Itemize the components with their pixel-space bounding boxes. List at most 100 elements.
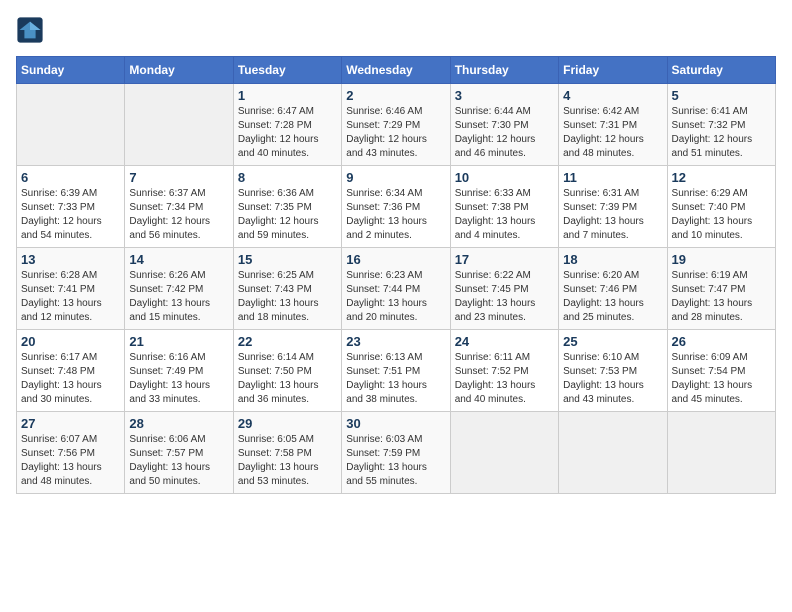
calendar-cell: 20 Sunrise: 6:17 AM Sunset: 7:48 PM Dayli…: [17, 330, 125, 412]
calendar-cell: 28 Sunrise: 6:06 AM Sunset: 7:57 PM Dayli…: [125, 412, 233, 494]
day-info: Sunrise: 6:41 AM Sunset: 7:32 PM Dayligh…: [672, 105, 771, 161]
col-header-tuesday: Tuesday: [233, 57, 341, 84]
calendar-cell: 27 Sunrise: 6:07 AM Sunset: 7:56 PM Dayli…: [17, 412, 125, 494]
day-info: Sunrise: 6:25 AM Sunset: 7:43 PM Dayligh…: [238, 269, 337, 325]
day-info: Sunrise: 6:19 AM Sunset: 7:47 PM Dayligh…: [672, 269, 771, 325]
day-info: Sunrise: 6:33 AM Sunset: 7:38 PM Dayligh…: [455, 187, 554, 243]
day-info: Sunrise: 6:09 AM Sunset: 7:54 PM Dayligh…: [672, 351, 771, 407]
calendar-cell: 5 Sunrise: 6:41 AM Sunset: 7:32 PM Daylig…: [667, 84, 775, 166]
day-number: 22: [238, 334, 337, 349]
calendar-cell: 1 Sunrise: 6:47 AM Sunset: 7:28 PM Daylig…: [233, 84, 341, 166]
calendar-cell: 14Sunrise: 6:26 AM Sunset: 7:42 PM Dayli…: [125, 248, 233, 330]
day-info: Sunrise: 6:36 AM Sunset: 7:35 PM Dayligh…: [238, 187, 337, 243]
calendar-cell: 16 Sunrise: 6:23 AM Sunset: 7:44 PM Dayli…: [342, 248, 450, 330]
day-info: Sunrise: 6:47 AM Sunset: 7:28 PM Dayligh…: [238, 105, 337, 161]
calendar-cell: 4 Sunrise: 6:42 AM Sunset: 7:31 PM Daylig…: [559, 84, 667, 166]
day-info: Sunrise: 6:34 AM Sunset: 7:36 PM Dayligh…: [346, 187, 445, 243]
day-number: 19: [672, 252, 771, 267]
day-number: 2: [346, 88, 445, 103]
calendar-week-row: 13 Sunrise: 6:28 AM Sunset: 7:41 PM Dayli…: [17, 248, 776, 330]
day-number: 10: [455, 170, 554, 185]
calendar-cell: 25 Sunrise: 6:10 AM Sunset: 7:53 PM Dayli…: [559, 330, 667, 412]
col-header-sunday: Sunday: [17, 57, 125, 84]
day-number: 29: [238, 416, 337, 431]
day-info: Sunrise: 6:13 AM Sunset: 7:51 PM Dayligh…: [346, 351, 445, 407]
calendar-cell: 21Sunrise: 6:16 AM Sunset: 7:49 PM Dayli…: [125, 330, 233, 412]
col-header-friday: Friday: [559, 57, 667, 84]
day-number: 24: [455, 334, 554, 349]
day-number: 11: [563, 170, 662, 185]
day-info: Sunrise: 6:44 AM Sunset: 7:30 PM Dayligh…: [455, 105, 554, 161]
logo-icon: [16, 16, 44, 44]
calendar-cell: [17, 84, 125, 166]
calendar-cell: [450, 412, 558, 494]
calendar-cell: 30 Sunrise: 6:03 AM Sunset: 7:59 PM Dayli…: [342, 412, 450, 494]
calendar-week-row: 6 Sunrise: 6:39 AM Sunset: 7:33 PM Daylig…: [17, 166, 776, 248]
calendar-cell: 22Sunrise: 6:14 AM Sunset: 7:50 PM Dayli…: [233, 330, 341, 412]
day-info: Sunrise: 6:20 AM Sunset: 7:46 PM Dayligh…: [563, 269, 662, 325]
day-info: Sunrise: 6:39 AM Sunset: 7:33 PM Dayligh…: [21, 187, 120, 243]
calendar-cell: 13 Sunrise: 6:28 AM Sunset: 7:41 PM Dayli…: [17, 248, 125, 330]
calendar-cell: 29Sunrise: 6:05 AM Sunset: 7:58 PM Dayli…: [233, 412, 341, 494]
day-number: 18: [563, 252, 662, 267]
day-info: Sunrise: 6:23 AM Sunset: 7:44 PM Dayligh…: [346, 269, 445, 325]
day-info: Sunrise: 6:29 AM Sunset: 7:40 PM Dayligh…: [672, 187, 771, 243]
day-number: 1: [238, 88, 337, 103]
header: [16, 16, 776, 44]
col-header-monday: Monday: [125, 57, 233, 84]
col-header-wednesday: Wednesday: [342, 57, 450, 84]
day-info: Sunrise: 6:03 AM Sunset: 7:59 PM Dayligh…: [346, 433, 445, 489]
calendar-cell: 24 Sunrise: 6:11 AM Sunset: 7:52 PM Dayli…: [450, 330, 558, 412]
calendar-header-row: SundayMondayTuesdayWednesdayThursdayFrid…: [17, 57, 776, 84]
day-number: 20: [21, 334, 120, 349]
day-number: 25: [563, 334, 662, 349]
day-number: 5: [672, 88, 771, 103]
day-number: 4: [563, 88, 662, 103]
calendar-week-row: 20 Sunrise: 6:17 AM Sunset: 7:48 PM Dayli…: [17, 330, 776, 412]
day-number: 17: [455, 252, 554, 267]
col-header-thursday: Thursday: [450, 57, 558, 84]
calendar-cell: [667, 412, 775, 494]
calendar-cell: 2 Sunrise: 6:46 AM Sunset: 7:29 PM Daylig…: [342, 84, 450, 166]
calendar-week-row: 27 Sunrise: 6:07 AM Sunset: 7:56 PM Dayli…: [17, 412, 776, 494]
calendar-cell: 18 Sunrise: 6:20 AM Sunset: 7:46 PM Dayli…: [559, 248, 667, 330]
calendar-cell: 8 Sunrise: 6:36 AM Sunset: 7:35 PM Daylig…: [233, 166, 341, 248]
day-info: Sunrise: 6:46 AM Sunset: 7:29 PM Dayligh…: [346, 105, 445, 161]
day-number: 28: [129, 416, 228, 431]
calendar-cell: 23 Sunrise: 6:13 AM Sunset: 7:51 PM Dayli…: [342, 330, 450, 412]
day-number: 6: [21, 170, 120, 185]
day-info: Sunrise: 6:42 AM Sunset: 7:31 PM Dayligh…: [563, 105, 662, 161]
day-number: 27: [21, 416, 120, 431]
day-number: 7: [129, 170, 228, 185]
day-number: 26: [672, 334, 771, 349]
calendar-cell: 19 Sunrise: 6:19 AM Sunset: 7:47 PM Dayli…: [667, 248, 775, 330]
calendar-cell: 17Sunrise: 6:22 AM Sunset: 7:45 PM Dayli…: [450, 248, 558, 330]
calendar-cell: 26 Sunrise: 6:09 AM Sunset: 7:54 PM Dayli…: [667, 330, 775, 412]
calendar-table: SundayMondayTuesdayWednesdayThursdayFrid…: [16, 56, 776, 494]
logo: [16, 16, 48, 44]
day-info: Sunrise: 6:10 AM Sunset: 7:53 PM Dayligh…: [563, 351, 662, 407]
day-number: 23: [346, 334, 445, 349]
day-number: 13: [21, 252, 120, 267]
day-info: Sunrise: 6:26 AM Sunset: 7:42 PM Dayligh…: [129, 269, 228, 325]
calendar-cell: 15 Sunrise: 6:25 AM Sunset: 7:43 PM Dayli…: [233, 248, 341, 330]
day-info: Sunrise: 6:31 AM Sunset: 7:39 PM Dayligh…: [563, 187, 662, 243]
calendar-cell: 12 Sunrise: 6:29 AM Sunset: 7:40 PM Dayli…: [667, 166, 775, 248]
day-number: 16: [346, 252, 445, 267]
day-number: 15: [238, 252, 337, 267]
day-number: 8: [238, 170, 337, 185]
calendar-cell: [559, 412, 667, 494]
day-info: Sunrise: 6:37 AM Sunset: 7:34 PM Dayligh…: [129, 187, 228, 243]
day-info: Sunrise: 6:16 AM Sunset: 7:49 PM Dayligh…: [129, 351, 228, 407]
day-info: Sunrise: 6:06 AM Sunset: 7:57 PM Dayligh…: [129, 433, 228, 489]
day-info: Sunrise: 6:17 AM Sunset: 7:48 PM Dayligh…: [21, 351, 120, 407]
day-number: 3: [455, 88, 554, 103]
day-info: Sunrise: 6:11 AM Sunset: 7:52 PM Dayligh…: [455, 351, 554, 407]
calendar-cell: [125, 84, 233, 166]
calendar-cell: 11 Sunrise: 6:31 AM Sunset: 7:39 PM Dayli…: [559, 166, 667, 248]
day-info: Sunrise: 6:28 AM Sunset: 7:41 PM Dayligh…: [21, 269, 120, 325]
day-info: Sunrise: 6:07 AM Sunset: 7:56 PM Dayligh…: [21, 433, 120, 489]
day-number: 30: [346, 416, 445, 431]
day-number: 12: [672, 170, 771, 185]
calendar-cell: 7 Sunrise: 6:37 AM Sunset: 7:34 PM Daylig…: [125, 166, 233, 248]
